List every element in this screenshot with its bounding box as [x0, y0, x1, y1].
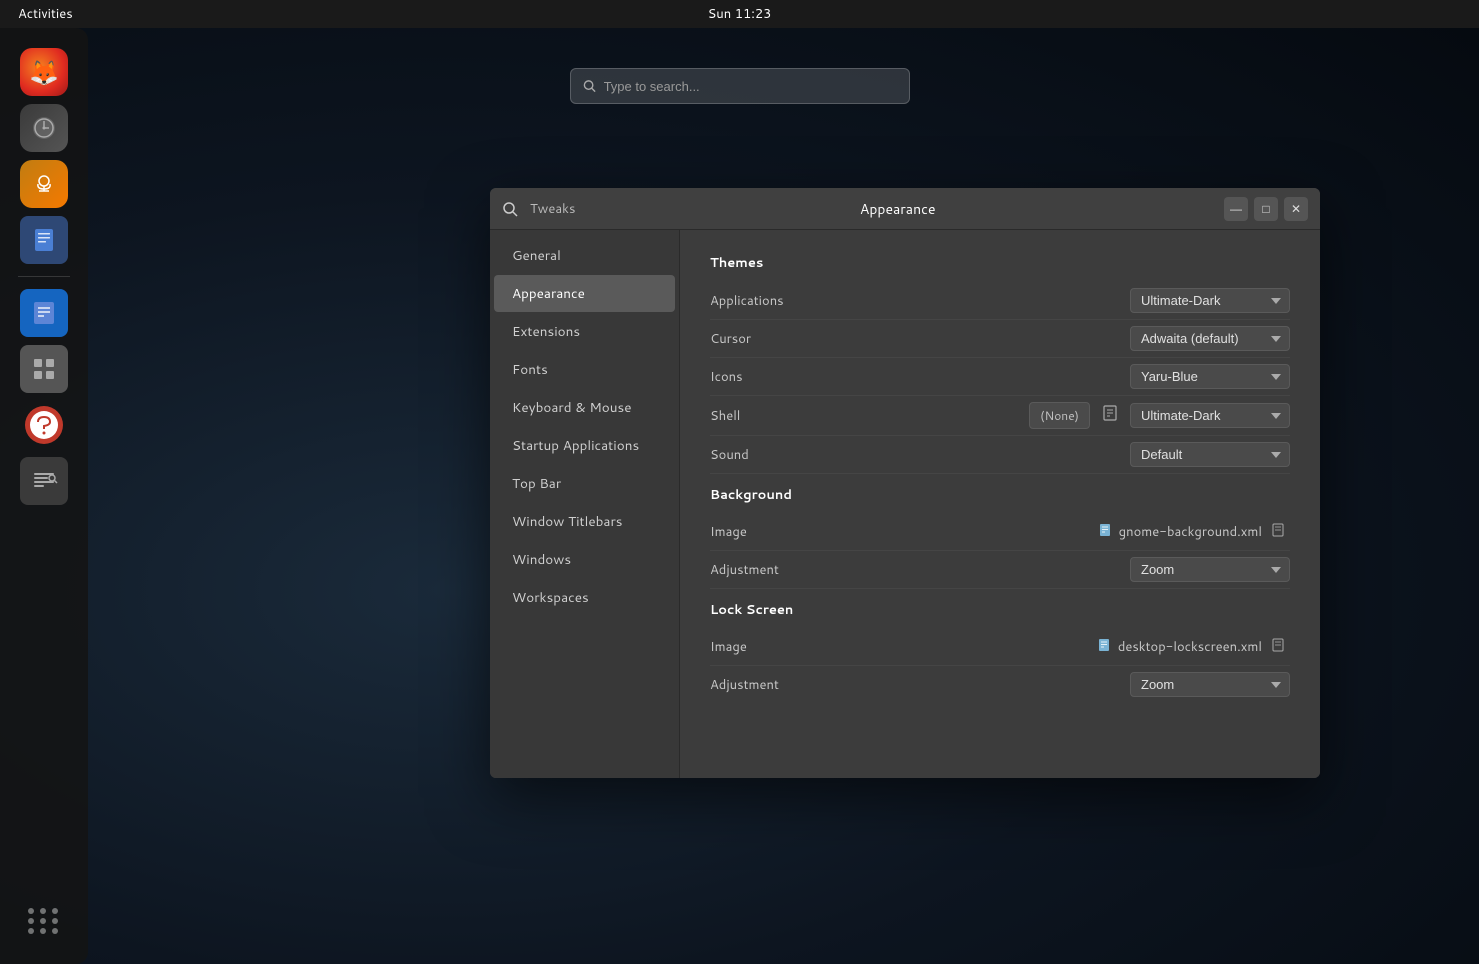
- search-input[interactable]: [604, 79, 897, 94]
- sidebar: General Appearance Extensions Fonts Keyb…: [490, 230, 680, 778]
- shell-none-badge: (None): [1029, 402, 1090, 429]
- doc-icon: [1099, 523, 1113, 537]
- lockscreen-section-title: Lock Screen: [710, 601, 1290, 619]
- shell-row: Shell (None) Ultimate-Dark: [710, 396, 1290, 436]
- dock-item-help[interactable]: [20, 401, 68, 449]
- bg-adjustment-control: Zoom Centered Scaled Stretched: [1130, 557, 1290, 582]
- window-title: Appearance: [583, 199, 1212, 219]
- themes-section-title: Themes: [710, 254, 1290, 272]
- shell-file-icon[interactable]: [1098, 403, 1122, 428]
- notes-icon: [30, 299, 58, 327]
- shell-label: Shell: [710, 407, 740, 425]
- maximize-button[interactable]: □: [1254, 197, 1278, 221]
- icons-control: Yaru-Blue Adwaita Yaru: [1130, 364, 1290, 389]
- ls-file-icon: [1272, 638, 1286, 652]
- store-icon: [30, 355, 58, 383]
- sidebar-item-workspaces[interactable]: Workspaces: [494, 579, 675, 616]
- application-dock: 🦊: [0, 28, 88, 964]
- titlebar-search-btn[interactable]: [502, 201, 518, 217]
- cursor-control: Adwaita (default) DMZ-Black: [1130, 326, 1290, 351]
- sidebar-item-top-bar[interactable]: Top Bar: [494, 465, 675, 502]
- sidebar-item-extensions[interactable]: Extensions: [494, 313, 675, 350]
- bg-image-file-btn[interactable]: [1268, 520, 1290, 544]
- sidebar-item-appearance[interactable]: Appearance: [494, 275, 675, 312]
- close-button[interactable]: ✕: [1284, 197, 1308, 221]
- dock-item-writer[interactable]: [20, 216, 68, 264]
- help-icon: [23, 404, 65, 446]
- tweaks-window: Tweaks Appearance — □ ✕ General Appearan…: [490, 188, 1320, 778]
- ls-image-value: desktop-lockscreen.xml: [1118, 638, 1262, 656]
- ls-image-control: desktop-lockscreen.xml: [1098, 635, 1290, 659]
- dock-item-sound[interactable]: [20, 160, 68, 208]
- ls-adjustment-row: Adjustment Zoom Centered Scaled Stretche…: [710, 666, 1290, 703]
- ls-doc-icon: [1098, 638, 1112, 652]
- bg-file-icon: [1272, 523, 1286, 537]
- icons-label: Icons: [710, 368, 743, 386]
- shell-dropdown[interactable]: Ultimate-Dark Adwaita: [1130, 403, 1290, 428]
- sound-control: Default Freedesktop Ubuntu: [1130, 442, 1290, 467]
- sound-icon: [31, 171, 57, 197]
- search-icon: [583, 79, 596, 93]
- ls-image-label: Image: [710, 638, 747, 656]
- ls-adjustment-control: Zoom Centered Scaled Stretched: [1130, 672, 1290, 697]
- applications-row: Applications Ultimate-Dark Adwaita Adwai…: [710, 282, 1290, 320]
- bg-image-control: gnome-background.xml: [1099, 520, 1290, 544]
- ls-file-doc-icon: [1098, 637, 1112, 657]
- cursor-label: Cursor: [710, 330, 751, 348]
- sidebar-item-window-titlebars[interactable]: Window Titlebars: [494, 503, 675, 540]
- sidebar-item-windows[interactable]: Windows: [494, 541, 675, 578]
- tools-icon: [30, 467, 58, 495]
- icons-row: Icons Yaru-Blue Adwaita Yaru: [710, 358, 1290, 396]
- cursor-row: Cursor Adwaita (default) DMZ-Black: [710, 320, 1290, 358]
- sound-label: Sound: [710, 446, 749, 464]
- dock-item-notes[interactable]: [20, 289, 68, 337]
- dock-separator: [18, 276, 71, 277]
- dock-dots: [28, 908, 60, 944]
- minimize-button[interactable]: —: [1224, 197, 1248, 221]
- icons-dropdown[interactable]: Yaru-Blue Adwaita Yaru: [1130, 364, 1290, 389]
- bg-image-value: gnome-background.xml: [1119, 523, 1262, 541]
- bg-adjustment-dropdown[interactable]: Zoom Centered Scaled Stretched: [1130, 557, 1290, 582]
- search-bar[interactable]: [570, 68, 910, 104]
- window-content: General Appearance Extensions Fonts Keyb…: [490, 230, 1320, 778]
- ls-adjustment-label: Adjustment: [710, 676, 779, 694]
- clock-icon: [30, 114, 58, 142]
- bg-image-row: Image gnome-background.xml: [710, 514, 1290, 551]
- sidebar-item-general[interactable]: General: [494, 237, 675, 274]
- bg-image-label: Image: [710, 523, 747, 541]
- sound-row: Sound Default Freedesktop Ubuntu: [710, 436, 1290, 474]
- dock-item-clock[interactable]: [20, 104, 68, 152]
- bg-file-doc-icon: [1099, 522, 1113, 542]
- window-titlebar: Tweaks Appearance — □ ✕: [490, 188, 1320, 230]
- applications-control: Ultimate-Dark Adwaita Adwaita-dark: [1130, 288, 1290, 313]
- ls-image-file-btn[interactable]: [1268, 635, 1290, 659]
- main-content: Themes Applications Ultimate-Dark Adwait…: [680, 230, 1320, 778]
- file-icon: [1102, 405, 1118, 421]
- window-controls: — □ ✕: [1224, 197, 1308, 221]
- applications-dropdown[interactable]: Ultimate-Dark Adwaita Adwaita-dark: [1130, 288, 1290, 313]
- ls-image-row: Image desktop-lockscreen.xml: [710, 629, 1290, 666]
- shell-control: (None) Ultimate-Dark Adwaita: [1029, 402, 1290, 429]
- sound-dropdown[interactable]: Default Freedesktop Ubuntu: [1130, 442, 1290, 467]
- background-section-title: Background: [710, 486, 1290, 504]
- cursor-dropdown[interactable]: Adwaita (default) DMZ-Black: [1130, 326, 1290, 351]
- system-clock: Sun 11:23: [708, 5, 772, 23]
- ls-adjustment-dropdown[interactable]: Zoom Centered Scaled Stretched: [1130, 672, 1290, 697]
- sidebar-item-startup[interactable]: Startup Applications: [494, 427, 675, 464]
- search-bar-area: [570, 68, 910, 104]
- dock-item-store[interactable]: [20, 345, 68, 393]
- bg-adjustment-row: Adjustment Zoom Centered Scaled Stretche…: [710, 551, 1290, 589]
- system-topbar: Activities Sun 11:23: [0, 0, 1479, 28]
- writer-icon: [30, 226, 58, 254]
- bg-adjustment-label: Adjustment: [710, 561, 779, 579]
- dock-item-tools[interactable]: [20, 457, 68, 505]
- desktop: 🦊: [0, 28, 1479, 964]
- activities-button[interactable]: Activities: [12, 3, 79, 25]
- applications-label: Applications: [710, 292, 784, 310]
- sidebar-item-fonts[interactable]: Fonts: [494, 351, 675, 388]
- window-app-name: Tweaks: [530, 200, 575, 218]
- dock-item-firefox[interactable]: 🦊: [20, 48, 68, 96]
- titlebar-search-icon: [502, 201, 518, 217]
- sidebar-item-keyboard-mouse[interactable]: Keyboard & Mouse: [494, 389, 675, 426]
